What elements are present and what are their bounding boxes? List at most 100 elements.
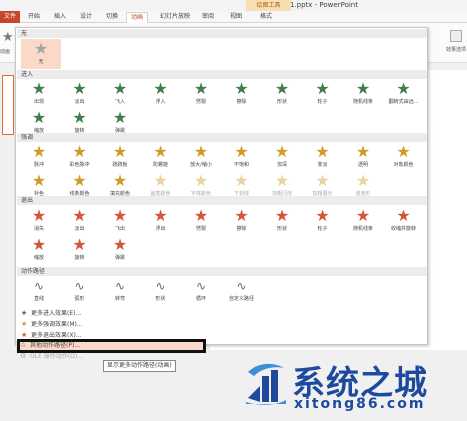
star-icon: ★ <box>193 142 209 161</box>
motion-effect[interactable]: ∿ 循环 <box>181 276 221 306</box>
exit-effect[interactable]: ★ 收缩并旋转 <box>384 206 424 236</box>
section-entrance: 进入 <box>17 70 427 79</box>
context-tab-drawing-tools: 绘图工具 <box>246 0 291 11</box>
emphasis-effect[interactable]: ★ 透明 <box>343 142 383 172</box>
motion-effect[interactable]: ∿ 直线 <box>19 276 59 306</box>
effect-label: 消失 <box>33 226 44 232</box>
star-icon: ★ <box>274 206 290 225</box>
effect-label: 变淡 <box>317 162 328 168</box>
exit-effect[interactable]: ★ 旋转 <box>60 235 100 265</box>
tab-file[interactable]: 文件 <box>0 11 20 23</box>
emphasis-effect[interactable]: ★ 跷跷板 <box>100 142 140 172</box>
tab-transitions[interactable]: 切换 <box>104 12 120 23</box>
exit-effect[interactable]: ★ 弹跳 <box>100 235 140 265</box>
entrance-effect[interactable]: ★ 形状 <box>262 79 302 109</box>
tab-home[interactable]: 开始 <box>26 12 42 23</box>
effect-options-button[interactable]: 效果选项 <box>446 30 467 60</box>
motion-effect[interactable]: ∿ 形状 <box>141 276 181 306</box>
entrance-effect[interactable]: ★ 随机线条 <box>343 79 383 109</box>
effect-label: 擦除 <box>236 226 247 232</box>
star-icon: ★ <box>355 206 371 225</box>
entrance-effect[interactable]: ★ 轮子 <box>303 79 343 109</box>
star-icon: ★ <box>31 235 47 254</box>
exit-effect[interactable]: ★ 劈裂 <box>181 206 221 236</box>
effect-label: 加深 <box>276 162 287 168</box>
tab-format[interactable]: 格式 <box>258 12 274 23</box>
entrance-effect[interactable]: ★ 劈裂 <box>181 79 221 109</box>
emphasis-effect[interactable]: ★ 对象颜色 <box>384 142 424 172</box>
star-icon: ★ <box>193 79 209 98</box>
motion-effect[interactable]: ∿ 自定义路径 <box>222 276 262 306</box>
effect-label: 轮子 <box>317 99 328 105</box>
exit-effect[interactable]: ★ 形状 <box>262 206 302 236</box>
effect-label: 直线 <box>33 296 44 302</box>
motion-effect[interactable]: ∿ 转弯 <box>100 276 140 306</box>
exit-effect[interactable]: ★ 飞出 <box>100 206 140 236</box>
emphasis-effect[interactable]: ★ 放大/缩小 <box>181 142 221 172</box>
motion-path-icon: ∿ <box>33 279 45 293</box>
animation-button[interactable]: ★ 动画 <box>0 30 14 60</box>
title-bar: 绘图工具 1.pptx - PowerPoint <box>0 0 467 11</box>
highlight-box <box>17 339 206 353</box>
effect-label: 形状 <box>155 296 166 302</box>
emphasis-effect[interactable]: ★ 加深 <box>262 142 302 172</box>
tab-design[interactable]: 设计 <box>78 12 94 23</box>
star-icon: ★ <box>112 206 128 225</box>
exit-effect[interactable]: ★ 浮出 <box>141 206 181 236</box>
ribbon-tabs: 文件 开始 插入 设计 切换 动画 幻灯片放映 审阅 视图 格式 <box>0 11 467 23</box>
motion-path-icon: ∿ <box>114 279 126 293</box>
more-emphasis-effects[interactable]: ★ 更多强调效果(M)... <box>17 319 427 330</box>
star-icon: ★ <box>355 79 371 98</box>
effect-label: 轮子 <box>317 226 328 232</box>
star-icon: ★ <box>31 108 47 127</box>
emphasis-effect[interactable]: ★ 彩色脉冲 <box>60 142 100 172</box>
section-motion-paths: 动作路径 <box>17 267 427 276</box>
tab-review[interactable]: 审阅 <box>200 12 216 23</box>
animation-button-label: 动画 <box>0 49 11 55</box>
exit-effect[interactable]: ★ 消失 <box>19 206 59 236</box>
exit-effect[interactable]: ★ 轮子 <box>303 206 343 236</box>
emphasis-effect[interactable]: ★ 脉冲 <box>19 142 59 172</box>
star-icon: ★ <box>396 142 411 161</box>
watermark-url: xitong86.com <box>294 396 426 412</box>
star-icon: ★ <box>21 320 28 328</box>
entrance-effect[interactable]: ★ 浮入 <box>141 79 181 109</box>
effect-label: 对象颜色 <box>393 162 414 168</box>
menu-label: 更多退出效果(X)... <box>31 332 82 339</box>
menu-label: OLE 操作动作(O)... <box>30 353 83 360</box>
star-icon: ★ <box>153 171 168 190</box>
entrance-effect[interactable]: ★ 出现 <box>19 79 59 109</box>
motion-path-icon: ∿ <box>74 279 85 293</box>
effect-label: 旋转 <box>74 255 85 261</box>
anim-none[interactable]: ★ 无 <box>21 39 61 69</box>
star-icon: ★ <box>72 235 87 254</box>
exit-effect[interactable]: ★ 擦除 <box>222 206 262 236</box>
section-exit: 退出 <box>17 196 427 205</box>
effect-label: 形状 <box>276 226 287 232</box>
effect-label: 劈裂 <box>195 226 206 232</box>
star-icon: ★ <box>315 79 330 98</box>
slide-thumbnail[interactable] <box>2 75 14 135</box>
emphasis-effect[interactable]: ★ 陀螺旋 <box>141 142 181 172</box>
motion-effect[interactable]: ∿ 弧形 <box>60 276 100 306</box>
entrance-effect[interactable]: ★ 飞入 <box>100 79 140 109</box>
more-entrance-effects[interactable]: ★ 更多进入效果(E)... <box>17 308 427 319</box>
effect-label: 浮出 <box>155 226 166 232</box>
tab-insert[interactable]: 插入 <box>52 12 68 23</box>
entrance-effect[interactable]: ★ 翻转式由远... <box>384 79 424 109</box>
exit-effect[interactable]: ★ 淡出 <box>60 206 100 236</box>
tooltip: 显示更多动作路径(动画) <box>103 360 176 372</box>
entrance-effect[interactable]: ★ 淡出 <box>60 79 100 109</box>
emphasis-effect[interactable]: ★ 变淡 <box>303 142 343 172</box>
star-icon: ★ <box>315 171 330 190</box>
exit-effect[interactable]: ★ 随机线条 <box>343 206 383 236</box>
star-icon: ★ <box>72 206 87 225</box>
tab-view[interactable]: 视图 <box>228 12 244 23</box>
exit-effect[interactable]: ★ 缩放 <box>19 235 59 265</box>
tab-animations[interactable]: 动画 <box>126 12 148 23</box>
section-none: 无 <box>17 29 427 38</box>
effect-label: 劈裂 <box>195 99 206 105</box>
emphasis-effect[interactable]: ★ 不饱和 <box>222 142 262 172</box>
entrance-effect[interactable]: ★ 擦除 <box>222 79 262 109</box>
tab-slideshow[interactable]: 幻灯片放映 <box>158 12 192 23</box>
